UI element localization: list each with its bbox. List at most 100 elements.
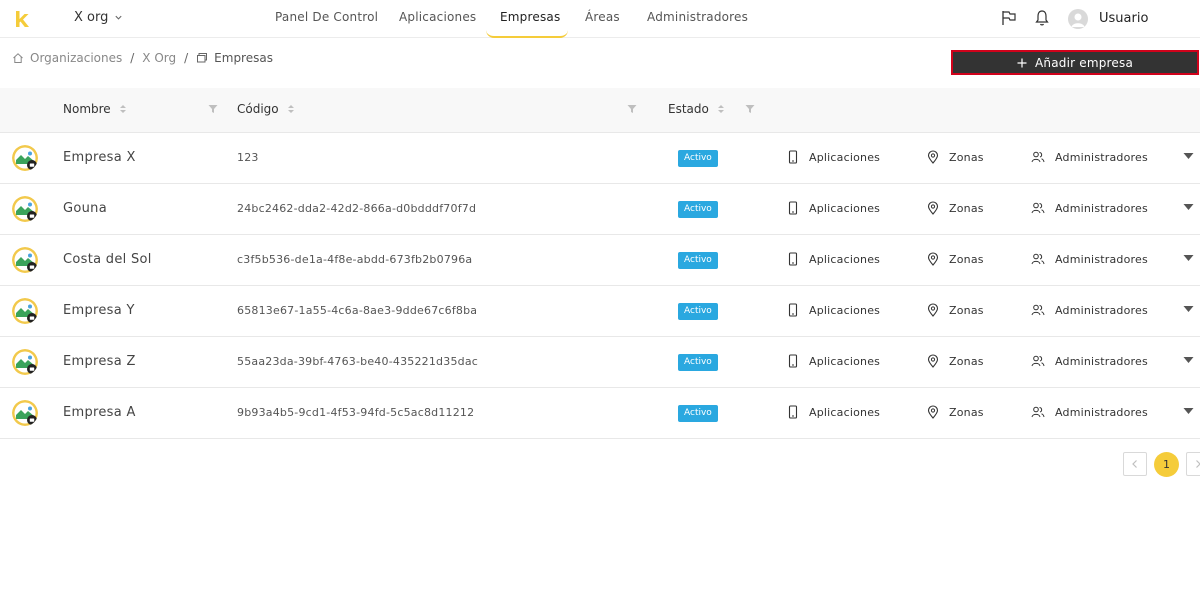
zones-link[interactable]: Zonas	[927, 303, 984, 317]
admins-link[interactable]: Administradores	[1031, 354, 1148, 368]
company-code: 9b93a4b5-9cd1-4f53-94fd-5c5ac8d11212	[237, 406, 475, 419]
pagination-page-current[interactable]: 1	[1154, 452, 1179, 477]
status-badge: Activo	[678, 303, 718, 320]
table-row[interactable]: Empresa A 9b93a4b5-9cd1-4f53-94fd-5c5ac8d…	[0, 388, 1200, 439]
column-header-status[interactable]: Estado	[668, 102, 725, 116]
nav-empresas[interactable]: Empresas	[500, 10, 560, 24]
org-selector[interactable]: X org	[74, 10, 123, 25]
admins-link-label: Administradores	[1055, 150, 1148, 164]
status-badge: Activo	[678, 150, 718, 167]
apps-link-label: Aplicaciones	[809, 405, 881, 419]
zones-link-label: Zonas	[949, 252, 984, 266]
filter-icon[interactable]	[627, 104, 637, 114]
company-logo-icon	[12, 349, 38, 375]
breadcrumb-organizaciones[interactable]: Organizaciones	[30, 51, 122, 65]
flag-icon[interactable]	[1000, 9, 1018, 27]
table-row[interactable]: Gouna 24bc2462-dda2-42d2-866a-d0bdddf70f7…	[0, 184, 1200, 235]
admins-link[interactable]: Administradores	[1031, 150, 1148, 164]
status-badge: Activo	[678, 354, 718, 371]
breadcrumb-org[interactable]: X Org	[142, 51, 176, 65]
table-row[interactable]: Empresa X 123 Activo Aplicaciones Zonas Admin…	[0, 133, 1200, 184]
admins-link-label: Administradores	[1055, 201, 1148, 215]
pagination-next-button[interactable]	[1186, 452, 1200, 476]
location-pin-icon	[927, 405, 939, 419]
table-header: Nombre Código Estado	[0, 88, 1200, 133]
company-logo-icon	[12, 196, 38, 222]
location-pin-icon	[927, 201, 939, 215]
table-row[interactable]: Empresa Y 65813e67-1a55-4c6a-8ae3-9dde67c…	[0, 286, 1200, 337]
expand-row-icon[interactable]	[1183, 203, 1194, 211]
column-header-code[interactable]: Código	[237, 102, 295, 116]
sort-icon[interactable]	[717, 103, 725, 115]
apps-link[interactable]: Aplicaciones	[787, 303, 880, 317]
company-logo	[12, 400, 38, 426]
bell-icon[interactable]	[1034, 9, 1050, 27]
breadcrumb-separator: /	[184, 51, 189, 65]
admins-link-label: Administradores	[1055, 405, 1148, 419]
brand-logo[interactable]	[14, 9, 30, 29]
filter-icon[interactable]	[208, 104, 218, 114]
table-row[interactable]: Empresa Z 55aa23da-39bf-4763-be40-435221d…	[0, 337, 1200, 388]
expand-row-icon[interactable]	[1183, 356, 1194, 364]
zones-link[interactable]: Zonas	[927, 252, 984, 266]
apps-link[interactable]: Aplicaciones	[787, 150, 880, 164]
status-badge: Activo	[678, 405, 718, 422]
admins-link[interactable]: Administradores	[1031, 303, 1148, 317]
company-logo-icon	[12, 298, 38, 324]
apps-link[interactable]: Aplicaciones	[787, 201, 880, 215]
company-logo-icon	[12, 400, 38, 426]
zones-link[interactable]: Zonas	[927, 150, 984, 164]
zones-link[interactable]: Zonas	[927, 354, 984, 368]
breadcrumb-separator: /	[130, 51, 135, 65]
zones-link[interactable]: Zonas	[927, 405, 984, 419]
company-logo-icon	[12, 145, 38, 171]
chevron-down-icon	[115, 15, 122, 20]
pagination-prev-button[interactable]	[1123, 452, 1147, 476]
filter-icon[interactable]	[745, 104, 755, 114]
add-company-label: Añadir empresa	[1034, 55, 1133, 70]
apps-link[interactable]: Aplicaciones	[787, 252, 880, 266]
company-code: 65813e67-1a55-4c6a-8ae3-9dde67c6f8ba	[237, 304, 478, 317]
company-logo	[12, 349, 38, 375]
users-icon	[1031, 151, 1045, 163]
user-name[interactable]: Usuario	[1099, 11, 1148, 26]
zones-link-label: Zonas	[949, 405, 984, 419]
users-icon	[1031, 202, 1045, 214]
admins-link[interactable]: Administradores	[1031, 252, 1148, 266]
chevron-left-icon	[1132, 460, 1137, 468]
apps-link-label: Aplicaciones	[809, 150, 881, 164]
expand-row-icon[interactable]	[1183, 305, 1194, 313]
admins-link[interactable]: Administradores	[1031, 201, 1148, 215]
add-company-button[interactable]: Añadir empresa	[951, 50, 1199, 75]
company-logo	[12, 145, 38, 171]
sort-icon[interactable]	[119, 103, 127, 115]
apps-link[interactable]: Aplicaciones	[787, 354, 880, 368]
expand-row-icon[interactable]	[1183, 152, 1194, 160]
sort-icon[interactable]	[287, 103, 295, 115]
status-badge: Activo	[678, 201, 718, 218]
zones-link[interactable]: Zonas	[927, 201, 984, 215]
company-name: Gouna	[63, 201, 107, 216]
location-pin-icon	[927, 150, 939, 164]
avatar[interactable]	[1068, 9, 1088, 29]
column-header-name[interactable]: Nombre	[63, 102, 127, 116]
users-icon	[1031, 304, 1045, 316]
mobile-icon	[788, 150, 798, 164]
company-name: Empresa A	[63, 405, 136, 420]
zones-link-label: Zonas	[949, 150, 984, 164]
company-name: Empresa X	[63, 150, 136, 165]
nav-aplicaciones[interactable]: Aplicaciones	[399, 10, 476, 24]
nav-areas[interactable]: Áreas	[585, 10, 620, 24]
company-name: Empresa Z	[63, 354, 136, 369]
expand-row-icon[interactable]	[1183, 407, 1194, 415]
nav-administradores[interactable]: Administradores	[647, 10, 748, 24]
zones-link-label: Zonas	[949, 354, 984, 368]
expand-row-icon[interactable]	[1183, 254, 1194, 262]
company-code: 24bc2462-dda2-42d2-866a-d0bdddf70f7d	[237, 202, 477, 215]
nav-panel-de-control[interactable]: Panel De Control	[275, 10, 378, 24]
admins-link[interactable]: Administradores	[1031, 405, 1148, 419]
apps-link[interactable]: Aplicaciones	[787, 405, 880, 419]
admins-link-label: Administradores	[1055, 303, 1148, 317]
mobile-icon	[788, 303, 798, 317]
table-row[interactable]: Costa del Sol c3f5b536-de1a-4f8e-abdd-673…	[0, 235, 1200, 286]
